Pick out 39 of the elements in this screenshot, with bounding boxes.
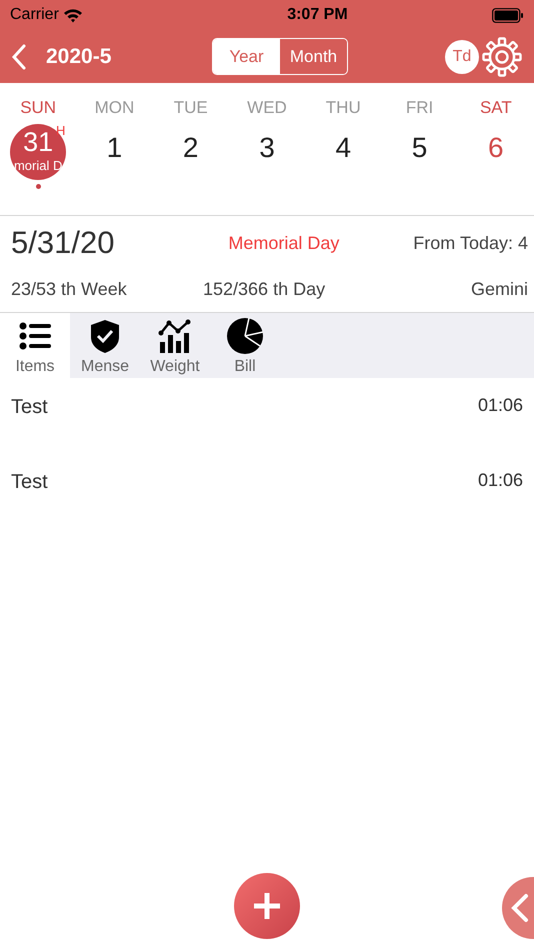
weekday-label: SUN: [19, 97, 58, 119]
tab[interactable]: Bill: [210, 312, 280, 378]
weekday-label: WED: [246, 97, 288, 119]
tab[interactable]: Items: [0, 312, 70, 378]
zodiac-sign: Gemini: [470, 278, 528, 301]
tab[interactable]: Mense: [70, 312, 140, 378]
weekday-label: TUE: [172, 97, 209, 119]
selected-date: 5/31/20: [11, 224, 114, 262]
day-number[interactable]: 4: [335, 128, 352, 214]
segment-tab[interactable]: Year: [213, 38, 280, 74]
weekday-label: THU: [324, 97, 362, 119]
day-number[interactable]: 1: [106, 128, 122, 214]
days-from-today: From Today: 4: [413, 232, 528, 255]
day-of-year: 152/366 th Day: [203, 278, 326, 301]
today-button[interactable]: Td: [445, 40, 479, 74]
clock-time: 3:07 PM: [287, 5, 348, 25]
item-title: Test: [11, 470, 48, 494]
weekday-label: SAT: [478, 97, 513, 119]
chevron-left-icon: [511, 894, 528, 922]
week-number: 23/53 th Week: [11, 278, 128, 301]
battery-icon: [492, 8, 524, 22]
item-time: 01:06: [478, 468, 523, 492]
item-time: 01:06: [478, 394, 523, 416]
wifi-icon: [62, 8, 83, 22]
day-number[interactable]: 3: [259, 128, 275, 214]
weekday-label: MON: [94, 97, 136, 119]
day-number[interactable]: 5: [412, 128, 428, 214]
tab[interactable]: Weight: [140, 312, 210, 378]
pie-chart-icon: [224, 316, 266, 354]
settings-icon[interactable]: [482, 36, 522, 76]
holiday-name: Memorial Day: [228, 232, 340, 255]
month-title: 2020-5: [46, 44, 112, 70]
weekday-label: FRI: [404, 97, 434, 119]
carrier-label: Carrier: [10, 5, 59, 25]
plus-icon: [252, 890, 282, 922]
item-title: Test: [11, 394, 48, 420]
holiday-letter: H: [56, 122, 66, 140]
day-number[interactable]: 6: [488, 128, 504, 214]
day-number[interactable]: 2: [182, 128, 198, 214]
